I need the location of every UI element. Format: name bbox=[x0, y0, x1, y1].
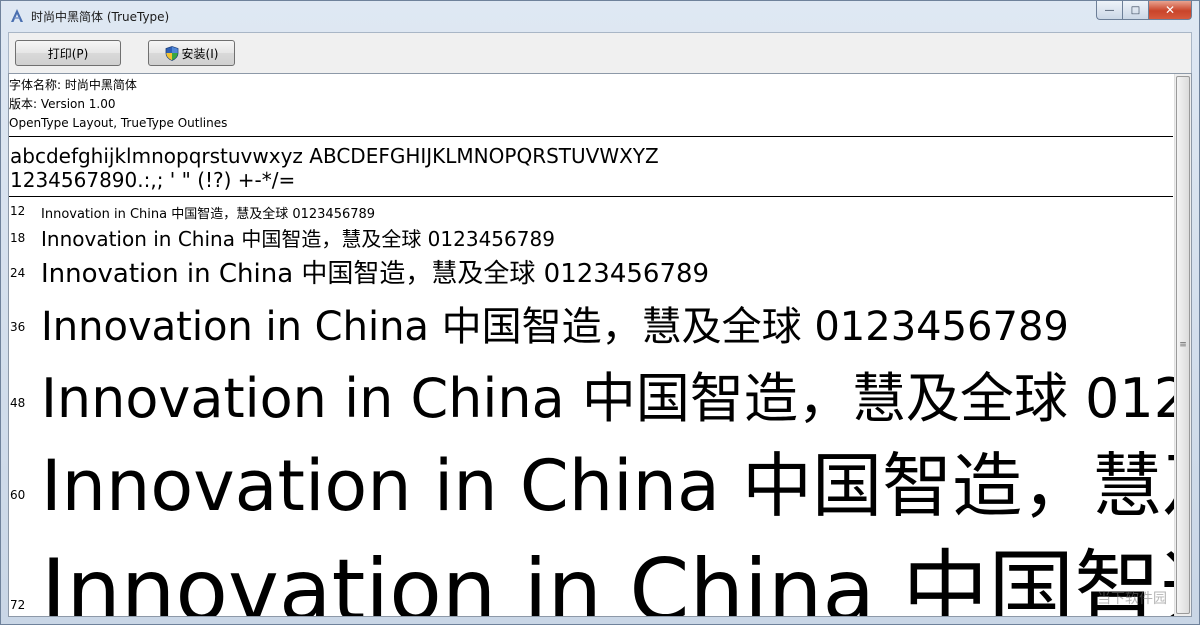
sample-row-60: 60 Innovation in China 中国智造，慧及全球 0123456… bbox=[9, 430, 1191, 527]
sample-text: Innovation in China 中国智造，慧及全球 0123456789 bbox=[41, 541, 1191, 617]
size-label: 48 bbox=[10, 396, 26, 410]
size-label: 36 bbox=[10, 320, 26, 334]
uac-shield-icon bbox=[165, 45, 179, 61]
font-viewer-window: 时尚中黑简体 (TrueType) — □ ✕ 打印(P) 安装(I) 字体名称… bbox=[0, 0, 1200, 625]
watermark-text: 当下软件园 bbox=[1097, 591, 1167, 607]
sample-row-36: 36 Innovation in China 中国智造，慧及全球 0123456… bbox=[9, 292, 1173, 352]
info-divider bbox=[9, 136, 1173, 137]
window-title: 时尚中黑简体 (TrueType) bbox=[31, 9, 170, 24]
sample-row-24: 24 Innovation in China 中国智造，慧及全球 0123456… bbox=[9, 252, 1173, 289]
font-preview-pane[interactable]: 字体名称: 时尚中黑简体 版本: Version 1.00 OpenType L… bbox=[8, 73, 1192, 617]
size-label: 18 bbox=[10, 231, 26, 245]
title-bar[interactable]: 时尚中黑简体 (TrueType) — □ ✕ bbox=[1, 1, 1199, 31]
charset-divider bbox=[9, 196, 1173, 197]
close-button[interactable]: ✕ bbox=[1148, 1, 1192, 20]
minimize-button[interactable]: — bbox=[1096, 1, 1122, 20]
toolbar: 打印(P) 安装(I) bbox=[8, 32, 1192, 73]
sample-text: Innovation in China 中国智造，慧及全球 0123456789 bbox=[41, 367, 1191, 430]
sample-text: Innovation in China 中国智造，慧及全球 0123456789 bbox=[41, 207, 376, 222]
minimize-icon: — bbox=[1104, 4, 1115, 16]
font-info: 字体名称: 时尚中黑简体 版本: Version 1.00 OpenType L… bbox=[9, 76, 227, 133]
install-button-label: 安装(I) bbox=[181, 46, 219, 61]
sample-row-12: 12 Innovation in China 中国智造，慧及全球 0123456… bbox=[9, 202, 1173, 222]
sample-row-18: 18 Innovation in China 中国智造，慧及全球 0123456… bbox=[9, 222, 1173, 251]
charset-letters: abcdefghijklmnopqrstuvwxyz ABCDEFGHIJKLM… bbox=[10, 144, 659, 168]
scroll-thumb[interactable]: ≡ bbox=[1176, 76, 1190, 614]
size-label: 60 bbox=[10, 488, 26, 502]
maximize-button[interactable]: □ bbox=[1122, 1, 1148, 20]
font-version-line: 版本: Version 1.00 bbox=[9, 97, 116, 111]
print-button[interactable]: 打印(P) bbox=[15, 40, 121, 66]
font-name-line: 字体名称: 时尚中黑简体 bbox=[9, 78, 137, 92]
print-button-label: 打印(P) bbox=[47, 46, 89, 61]
maximize-icon: □ bbox=[1130, 4, 1141, 16]
sample-row-72: 72 Innovation in China 中国智造，慧及全球 0123456… bbox=[9, 520, 1191, 616]
font-type-line: OpenType Layout, TrueType Outlines bbox=[9, 116, 228, 130]
sample-text: Innovation in China 中国智造，慧及全球 0123456789 bbox=[41, 227, 555, 251]
sample-text: Innovation in China 中国智造，慧及全球 0123456789 bbox=[41, 445, 1191, 527]
sample-row-48: 48 Innovation in China 中国智造，慧及全球 0123456… bbox=[9, 354, 1191, 430]
close-icon: ✕ bbox=[1164, 3, 1176, 17]
vertical-scrollbar[interactable]: ≡ bbox=[1174, 74, 1191, 616]
sample-text: Innovation in China 中国智造，慧及全球 0123456789 bbox=[41, 304, 1069, 350]
sample-text: Innovation in China 中国智造，慧及全球 0123456789 bbox=[41, 259, 710, 289]
charset-digits-symbols: 1234567890.:,; ' " (!?) +-*/= bbox=[10, 168, 296, 192]
size-label: 12 bbox=[10, 204, 26, 218]
size-label: 24 bbox=[10, 266, 26, 280]
font-file-icon bbox=[9, 8, 25, 24]
grip-icon: ≡ bbox=[1179, 340, 1187, 350]
install-button[interactable]: 安装(I) bbox=[148, 40, 235, 66]
size-label: 72 bbox=[10, 598, 26, 612]
window-controls: — □ ✕ bbox=[1096, 1, 1192, 21]
